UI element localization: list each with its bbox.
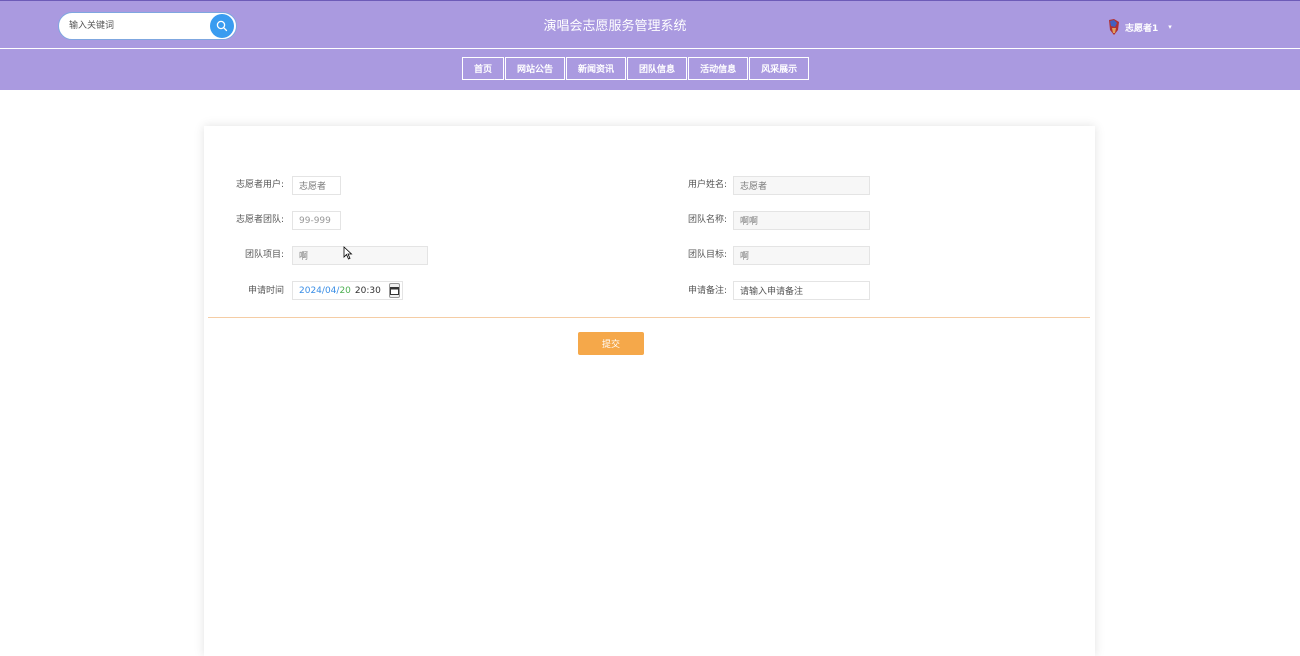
mouse-cursor-icon <box>343 246 353 260</box>
chevron-down-icon: ▾ <box>1168 23 1172 31</box>
team-goal-label: 团队目标: <box>687 250 727 260</box>
site-title: 演唱会志愿服务管理系统 <box>543 19 687 34</box>
user-name: 志愿者1 <box>1125 23 1159 34</box>
apply-time-label: 申请时间 <box>247 286 284 296</box>
volunteer-team-label: 志愿者团队: <box>235 215 284 225</box>
search-button[interactable] <box>210 14 234 38</box>
date-month: 04 <box>324 285 337 296</box>
team-name-field[interactable]: 啊啊 <box>733 211 870 230</box>
nav-item-activities[interactable]: 活动信息 <box>688 57 749 80</box>
nav-item-announcements[interactable]: 网站公告 <box>505 57 566 80</box>
volunteer-user-label: 志愿者用户: <box>235 180 284 190</box>
user-realname-label: 用户姓名: <box>687 180 727 190</box>
apply-note-field[interactable]: 请输入申请备注 <box>733 281 870 300</box>
form-card: 志愿者用户: 志愿者 用户姓名: 志愿者 志愿者团队: 99-999 团队名称:… <box>204 126 1095 656</box>
apply-note-label: 申请备注: <box>687 286 727 296</box>
user-realname-field[interactable]: 志愿者 <box>733 176 870 195</box>
search-box <box>58 12 237 40</box>
search-input[interactable] <box>69 17 204 35</box>
date-day: 20 <box>339 285 351 296</box>
nav-item-home[interactable]: 首页 <box>462 57 505 80</box>
date-time: 20:30 <box>354 285 381 296</box>
nav-item-teams[interactable]: 团队信息 <box>627 57 688 80</box>
nav-item-showcase[interactable]: 风采展示 <box>749 57 810 80</box>
submit-button[interactable]: 提交 <box>578 332 644 355</box>
top-bar: 演唱会志愿服务管理系统 志愿者1 ▾ <box>0 0 1300 49</box>
team-name-label: 团队名称: <box>687 215 727 225</box>
nav-bar: 首页 网站公告 新闻资讯 团队信息 活动信息 风采展示 <box>0 49 1300 90</box>
team-project-field[interactable]: 啊 <box>292 246 428 265</box>
search-icon <box>216 20 228 32</box>
user-menu[interactable]: 志愿者1 ▾ <box>1106 17 1172 37</box>
volunteer-user-field[interactable]: 志愿者 <box>292 176 341 195</box>
apply-time-field[interactable]: 2024 / 04 / 20 20:30 <box>292 281 403 300</box>
divider <box>208 317 1090 318</box>
avatar <box>1109 19 1119 35</box>
nav-item-news[interactable]: 新闻资讯 <box>566 57 627 80</box>
volunteer-team-field[interactable]: 99-999 <box>292 211 341 230</box>
date-year: 2024 <box>299 285 322 296</box>
team-project-label: 团队项目: <box>244 250 284 260</box>
nav-list: 首页 网站公告 新闻资讯 团队信息 活动信息 风采展示 <box>462 57 810 80</box>
team-goal-field[interactable]: 啊 <box>733 246 870 265</box>
calendar-icon[interactable] <box>388 283 400 298</box>
